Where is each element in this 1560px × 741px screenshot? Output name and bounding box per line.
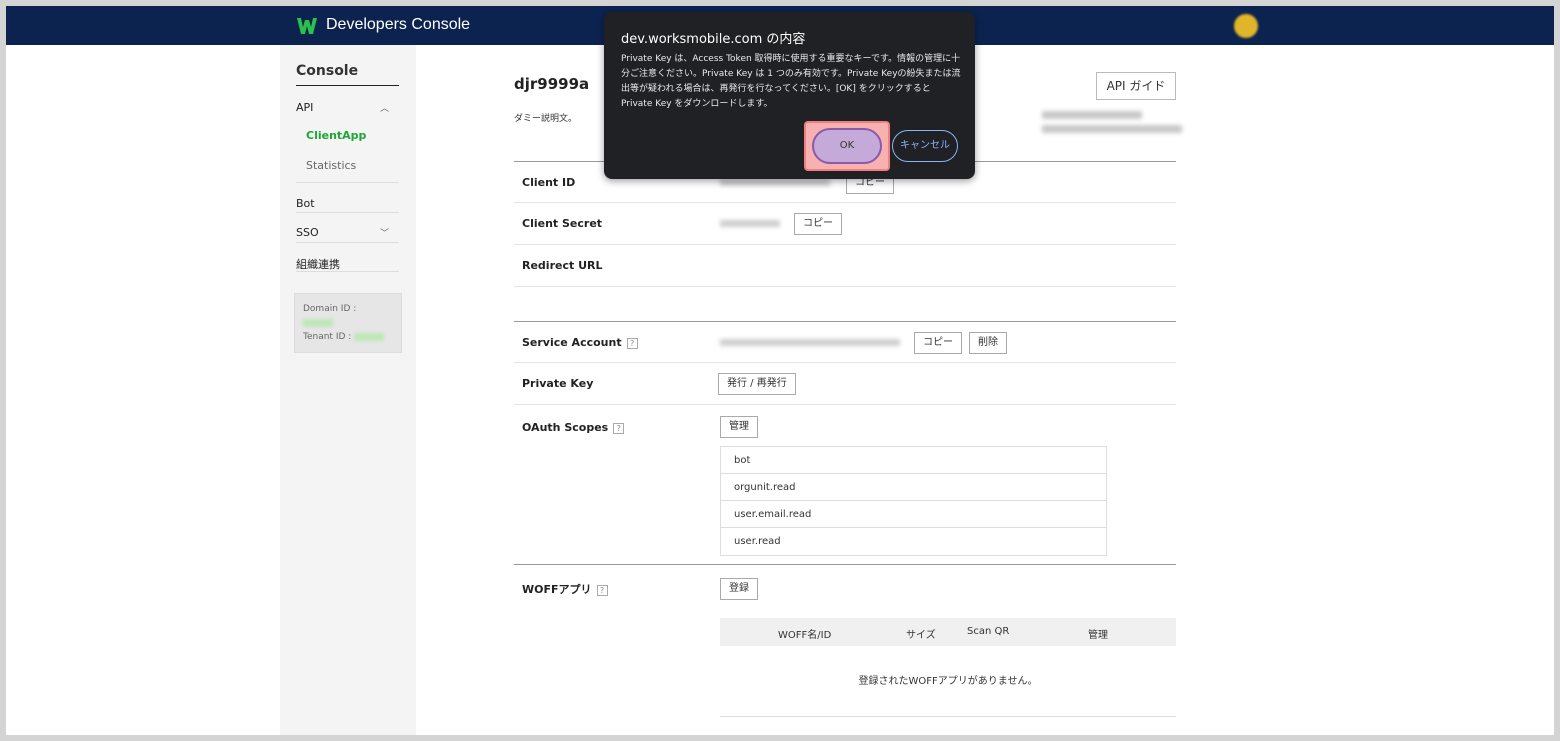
sidebar-item-org-link[interactable]: 組織連携	[296, 256, 340, 272]
help-icon[interactable]: ?	[596, 584, 608, 596]
divider	[296, 212, 399, 213]
chevron-down-icon[interactable]: ﹀	[380, 226, 389, 239]
owner-info	[1042, 111, 1142, 119]
domain-id-label: Domain ID :	[303, 304, 357, 314]
woff-text: WOFFアプリ	[522, 583, 592, 596]
divider	[296, 242, 399, 243]
woff-table-header: WOFF名/ID サイズ Scan QR 管理	[720, 618, 1176, 646]
domain-id-value	[303, 318, 333, 327]
woff-col-name: WOFF名/ID	[778, 630, 832, 641]
divider	[296, 271, 399, 272]
service-account-text: Service Account	[522, 336, 622, 349]
redirect-url-row: Redirect URL	[514, 245, 1176, 287]
sidebar-title: Console	[296, 63, 399, 86]
dialog-message: Private Key は、Access Token 取得時に使用する重要なキー…	[621, 54, 961, 109]
user-avatar[interactable]	[1234, 14, 1258, 38]
copy-client-secret-button[interactable]: コピー	[794, 213, 842, 235]
app-title: djr9999a	[514, 75, 590, 93]
woff-label: WOFFアプリ?	[522, 581, 608, 597]
cancel-button[interactable]: キャンセル	[892, 130, 958, 162]
divider	[296, 182, 399, 183]
issue-private-key-button[interactable]: 発行 / 再発行	[718, 373, 796, 395]
client-secret-value	[720, 220, 780, 227]
oauth-scopes-label: OAuth Scopes?	[522, 421, 625, 434]
sidebar-item-statistics[interactable]: Statistics	[306, 159, 356, 172]
private-key-label: Private Key	[522, 377, 594, 390]
oauth-scopes-text: OAuth Scopes	[522, 421, 609, 434]
client-secret-row: Client Secret コピー	[514, 203, 1176, 245]
sidebar-item-clientapp[interactable]: ClientApp	[306, 129, 366, 142]
woff-empty-message: 登録されたWOFFアプリがありません。	[720, 647, 1176, 717]
woff-col-scan-qr: Scan QR	[967, 626, 1010, 637]
app-description: ダミー説明文。	[514, 114, 578, 124]
works-logo-icon	[297, 18, 317, 34]
client-secret-label: Client Secret	[522, 217, 603, 230]
private-key-row: Private Key 発行 / 再発行	[514, 363, 1176, 405]
client-id-value	[720, 179, 830, 186]
help-icon[interactable]: ?	[613, 422, 625, 434]
scope-item: user.email.read	[721, 501, 1106, 528]
service-account-label: Service Account?	[522, 336, 638, 349]
ok-button[interactable]: OK	[812, 128, 882, 164]
sidebar-item-api[interactable]: API	[296, 101, 313, 114]
sidebar-item-bot[interactable]: Bot	[296, 197, 315, 210]
sidebar-item-sso[interactable]: SSO	[296, 226, 319, 239]
woff-col-manage: 管理	[1088, 630, 1108, 641]
browser-viewport: Developers Console Console API ︿ ClientA…	[6, 6, 1554, 735]
sidebar: Console API ︿ ClientApp Statistics Bot S…	[280, 45, 416, 735]
scope-item: bot	[721, 447, 1106, 474]
redirect-url-label: Redirect URL	[522, 259, 603, 272]
app-brand-title[interactable]: Developers Console	[326, 16, 470, 34]
delete-service-account-button[interactable]: 削除	[969, 332, 1007, 354]
api-guide-button[interactable]: API ガイド	[1096, 72, 1176, 100]
scopes-table: bot orgunit.read user.email.read user.re…	[720, 446, 1107, 556]
scope-item: orgunit.read	[721, 474, 1106, 501]
service-account-value	[720, 339, 900, 346]
scope-item: user.read	[734, 536, 781, 547]
owner-email	[1042, 125, 1182, 133]
client-id-label: Client ID	[522, 176, 576, 189]
chevron-up-icon[interactable]: ︿	[380, 101, 389, 114]
service-account-row: Service Account? コピー 削除	[514, 321, 1176, 363]
confirm-dialog: dev.worksmobile.com の内容 Private Key は、Ac…	[604, 12, 975, 179]
woff-col-size: サイズ	[906, 630, 936, 641]
tenant-id-label: Tenant ID :	[303, 332, 352, 342]
dialog-title: dev.worksmobile.com の内容	[621, 32, 806, 47]
tenant-info-box: Domain ID : Tenant ID :	[294, 293, 402, 353]
tenant-id-value	[354, 332, 385, 341]
manage-scopes-button[interactable]: 管理	[720, 416, 758, 438]
copy-service-account-button[interactable]: コピー	[914, 332, 962, 354]
register-woff-button[interactable]: 登録	[720, 578, 758, 600]
help-icon[interactable]: ?	[626, 337, 638, 349]
